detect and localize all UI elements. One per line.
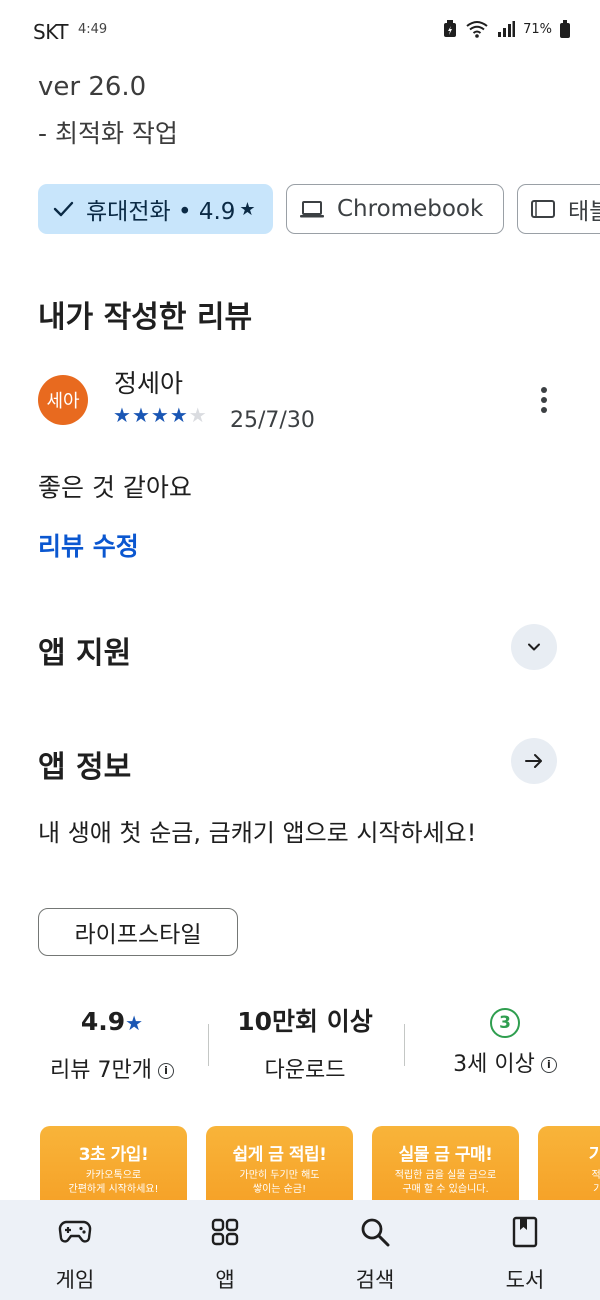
battery-icon: [560, 20, 570, 38]
review-text: 좋은 것 같아요: [38, 473, 192, 502]
screenshot-card[interactable]: 쉽게 금 적립! 가만히 두기만 해도 쌓이는 순금!: [206, 1126, 353, 1206]
status-time: 4:49: [78, 22, 108, 37]
screenshot-title: 쉽게 금 적립!: [232, 1145, 327, 1165]
apps-grid-icon: [211, 1218, 239, 1246]
arrow-right-icon: [525, 754, 542, 768]
rating-value: 4.9: [80, 1007, 126, 1036]
nav-search[interactable]: 검색: [315, 1200, 435, 1300]
check-icon: [53, 201, 74, 217]
category-chip[interactable]: 라이프스타일: [38, 908, 238, 956]
carrier-label: SKT: [33, 20, 68, 44]
screenshot-title: 기프티: [588, 1145, 600, 1165]
stat-age-rating[interactable]: 3 3세 이상 i: [410, 1000, 600, 1078]
app-info-title[interactable]: 앱 정보: [38, 742, 131, 786]
battery-saver-icon: [444, 20, 457, 37]
version-label: ver 26.0: [38, 72, 147, 102]
star-empty-icon: ★: [188, 403, 208, 427]
stat-rating[interactable]: 4.9★ 리뷰 7만개 i: [22, 1000, 202, 1084]
app-description: 내 생애 첫 순금, 금캐기 앱으로 시작하세요!: [38, 819, 477, 847]
edit-review-link[interactable]: 리뷰 수정: [38, 527, 139, 563]
wifi-icon: [466, 21, 488, 38]
nav-search-label: 검색: [355, 1268, 395, 1292]
app-support-title[interactable]: 앱 지원: [38, 628, 131, 672]
more-options-icon[interactable]: [533, 384, 555, 416]
chip-phone[interactable]: 휴대전화 • 4.9 ★: [38, 184, 273, 234]
gamepad-icon: [58, 1220, 92, 1243]
laptop-icon: [300, 201, 324, 218]
app-info-arrow-button[interactable]: [511, 738, 557, 784]
battery-level: 71%: [523, 21, 552, 37]
downloads-value: 10만회 이상: [237, 1007, 373, 1036]
device-filter-chips: 휴대전화 • 4.9 ★ Chromebook 태블릿: [38, 184, 600, 234]
rating-stars: ★★★★★: [113, 403, 208, 427]
screenshot-subtitle: 가만히 두기만 해도 쌓이는 순금!: [239, 1170, 320, 1195]
stat-downloads: 10만회 이상 다운로드: [210, 1000, 400, 1084]
nav-books[interactable]: 도서: [465, 1200, 585, 1300]
info-icon: i: [540, 1057, 557, 1073]
info-icon: i: [157, 1063, 174, 1079]
star-icon: ★: [125, 1011, 144, 1035]
divider: [208, 1024, 209, 1066]
screenshot-card[interactable]: 실물 금 구매! 적립한 금을 실물 금으로 구매 할 수 있습니다.: [372, 1126, 519, 1206]
screenshot-subtitle: 카카오톡으로 간편하게 시작하세요!: [68, 1170, 159, 1195]
screenshot-card[interactable]: 3초 가입! 카카오톡으로 간편하게 시작하세요!: [40, 1126, 187, 1206]
chevron-down-icon: [528, 643, 540, 651]
star-icon: ★: [131, 403, 151, 427]
rating-count-label: 리뷰 7만개: [50, 1058, 152, 1083]
avatar: 세아: [38, 375, 88, 425]
status-bar: SKT 4:49 71%: [0, 0, 600, 62]
nav-books-label: 도서: [505, 1268, 545, 1292]
chip-chromebook[interactable]: Chromebook: [286, 184, 504, 234]
chip-chromebook-label: Chromebook: [337, 196, 484, 222]
screenshot-subtitle: 적립한 금 기프티콘: [591, 1170, 600, 1195]
star-icon: ★: [239, 198, 256, 220]
tablet-icon: [531, 200, 555, 218]
signal-icon: [498, 21, 516, 37]
age-rating-label: 3세 이상: [453, 1052, 535, 1077]
star-icon: ★: [169, 403, 189, 427]
nav-games[interactable]: 게임: [15, 1200, 135, 1300]
chip-tablet[interactable]: 태블릿: [517, 184, 600, 234]
downloads-label: 다운로드: [264, 1058, 346, 1083]
age-rating-badge: 3: [490, 1008, 520, 1038]
nav-apps[interactable]: 앱: [165, 1200, 285, 1300]
screenshot-card[interactable]: 기프티 적립한 금 기프티콘: [538, 1126, 600, 1206]
book-icon: [512, 1216, 538, 1248]
screenshot-carousel[interactable]: 3초 가입! 카카오톡으로 간편하게 시작하세요! 쉽게 금 적립! 가만히 두…: [40, 1126, 600, 1206]
nav-games-label: 게임: [55, 1268, 95, 1292]
reviewer-name: 정세아: [114, 369, 184, 398]
review-date: 25/7/30: [230, 408, 315, 433]
release-note: - 최적화 작업: [38, 119, 178, 148]
divider: [404, 1024, 405, 1066]
star-icon: ★: [150, 403, 170, 427]
my-review-title: 내가 작성한 리뷰: [38, 300, 253, 335]
screenshot-title: 3초 가입!: [78, 1145, 149, 1165]
bottom-navigation: 게임 앱 검색 도서: [0, 1200, 600, 1300]
screenshot-subtitle: 적립한 금을 실물 금으로 구매 할 수 있습니다.: [394, 1170, 497, 1195]
star-icon: ★: [113, 403, 132, 427]
nav-apps-label: 앱: [215, 1268, 235, 1292]
app-stats: 4.9★ 리뷰 7만개 i 10만회 이상 다운로드 3 3세 이상 i: [0, 1000, 600, 1100]
search-icon: [361, 1218, 390, 1247]
status-icons: 71%: [443, 20, 570, 38]
screenshot-title: 실물 금 구매!: [398, 1145, 493, 1165]
chip-tablet-label: 태블릿: [568, 199, 600, 225]
expand-app-support-button[interactable]: [511, 624, 557, 670]
chip-phone-label: 휴대전화 • 4.9: [86, 199, 236, 225]
